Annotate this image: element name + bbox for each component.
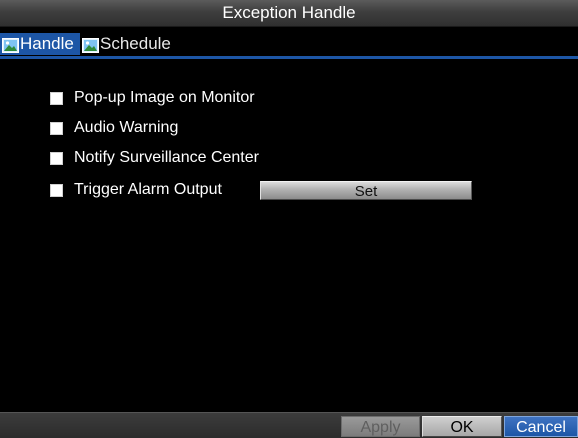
set-button[interactable]: Set <box>260 181 472 200</box>
exception-handle-window: Exception Handle Handle Schedule Pop-up … <box>0 0 578 438</box>
option-trigger-alarm: Trigger Alarm Output <box>50 181 222 199</box>
tab-schedule[interactable]: Schedule <box>80 33 177 55</box>
tab-handle[interactable]: Handle <box>0 33 80 55</box>
cancel-button[interactable]: Cancel <box>504 416 578 437</box>
audio-warning-checkbox[interactable] <box>50 121 63 135</box>
picture-icon <box>2 37 19 53</box>
audio-warning-label: Audio Warning <box>74 119 179 136</box>
bottom-bar: Apply OK Cancel <box>0 412 578 438</box>
tab-handle-label: Handle <box>20 34 74 53</box>
tab-underline <box>0 56 578 59</box>
notify-center-label: Notify Surveillance Center <box>74 149 259 166</box>
notify-center-checkbox[interactable] <box>50 151 63 165</box>
option-notify-center: Notify Surveillance Center <box>50 149 259 167</box>
tab-schedule-label: Schedule <box>100 34 171 53</box>
ok-button[interactable]: OK <box>422 416 502 437</box>
popup-image-label: Pop-up Image on Monitor <box>74 89 255 106</box>
trigger-alarm-checkbox[interactable] <box>50 183 63 197</box>
option-popup-image: Pop-up Image on Monitor <box>50 89 255 107</box>
picture-icon <box>82 37 99 53</box>
tab-strip: Handle Schedule <box>0 27 578 56</box>
window-title: Exception Handle <box>0 0 578 27</box>
popup-image-checkbox[interactable] <box>50 91 63 105</box>
trigger-alarm-label: Trigger Alarm Output <box>74 181 222 198</box>
option-audio-warning: Audio Warning <box>50 119 178 137</box>
apply-button[interactable]: Apply <box>341 416 420 437</box>
